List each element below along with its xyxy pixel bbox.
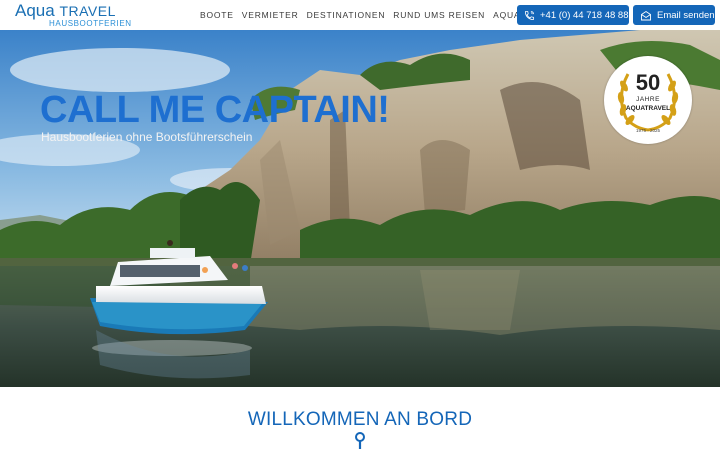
phone-number: +41 (0) 44 718 48 88 [540, 9, 629, 21]
phone-button[interactable]: +41 (0) 44 718 48 88 [517, 5, 629, 25]
location-pin-icon [355, 432, 365, 449]
nav-item-vermieter[interactable]: VERMIETER [242, 10, 299, 20]
nav-item-destinationen[interactable]: DESTINATIONEN [307, 10, 386, 20]
phone-icon [524, 10, 535, 20]
email-label: Email senden [657, 9, 715, 21]
mail-icon [641, 10, 651, 20]
email-button[interactable]: Email senden [633, 5, 715, 25]
main-nav: BOOTE VERMIETER DESTINATIONEN RUND UMS R… [200, 10, 565, 20]
logo-brand-left: Aqua [15, 1, 55, 20]
logo-tagline: HAUSBOOTFERIEN [49, 19, 132, 28]
welcome-heading: WILLKOMMEN AN BORD [247, 409, 473, 430]
anniversary-badge: 50 JAHRE AQUATRAVEL 1975 - 2025 [604, 56, 692, 144]
badge-name: AQUATRAVEL [625, 105, 671, 112]
nav-item-boote[interactable]: BOOTE [200, 10, 234, 20]
badge-number: 50 [635, 70, 661, 95]
nav-item-rund-ums-reisen[interactable]: RUND UMS REISEN [393, 10, 485, 20]
badge-years: 1975 - 2025 [635, 128, 661, 133]
hero-title: CALL ME CAPTAIN! [40, 89, 390, 131]
hero-subtitle: Hausbootferien ohne Bootsführerschein [41, 130, 253, 144]
hero-banner: CALL ME CAPTAIN! Hausbootferien ohne Boo… [0, 30, 720, 387]
site-header: Aqua TRAVEL HAUSBOOTFERIEN BOOTE VERMIET… [0, 0, 720, 30]
logo-brand-right: TRAVEL [59, 3, 116, 19]
badge-jahre: JAHRE [636, 96, 660, 103]
